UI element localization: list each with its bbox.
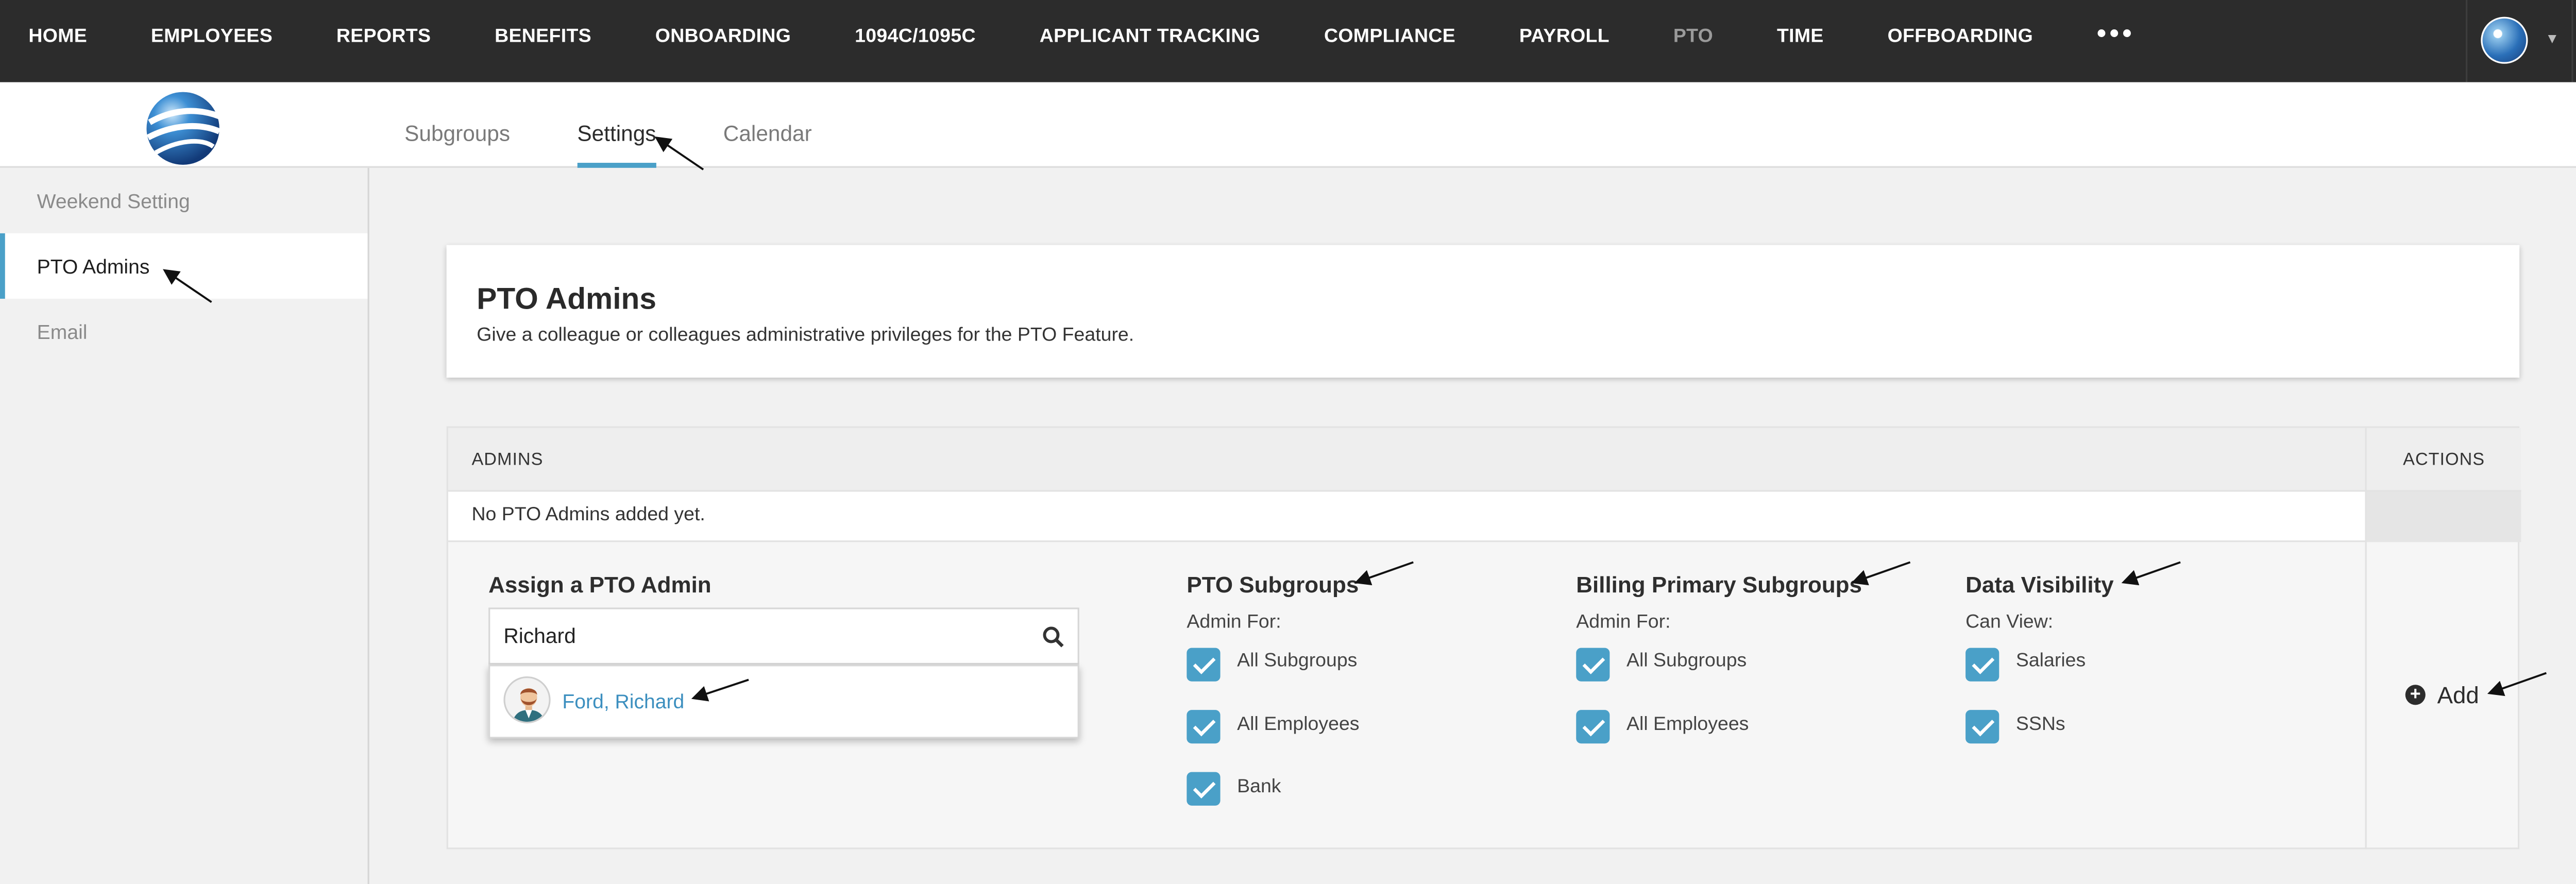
arrow-pto-admins: [163, 269, 212, 303]
annotation-arrows: [163, 136, 2547, 702]
arrow-search-result: [691, 678, 749, 702]
arrow-data-visibility: [2121, 561, 2181, 586]
arrow-pto-subgroups: [1354, 561, 1414, 586]
arrow-add-button: [2487, 672, 2547, 696]
arrow-settings-tab: [654, 136, 704, 171]
app-root: HOME EMPLOYEES REPORTS BENEFITS ONBOARDI…: [0, 0, 2576, 884]
arrow-billing-subgroups: [1851, 561, 1911, 586]
